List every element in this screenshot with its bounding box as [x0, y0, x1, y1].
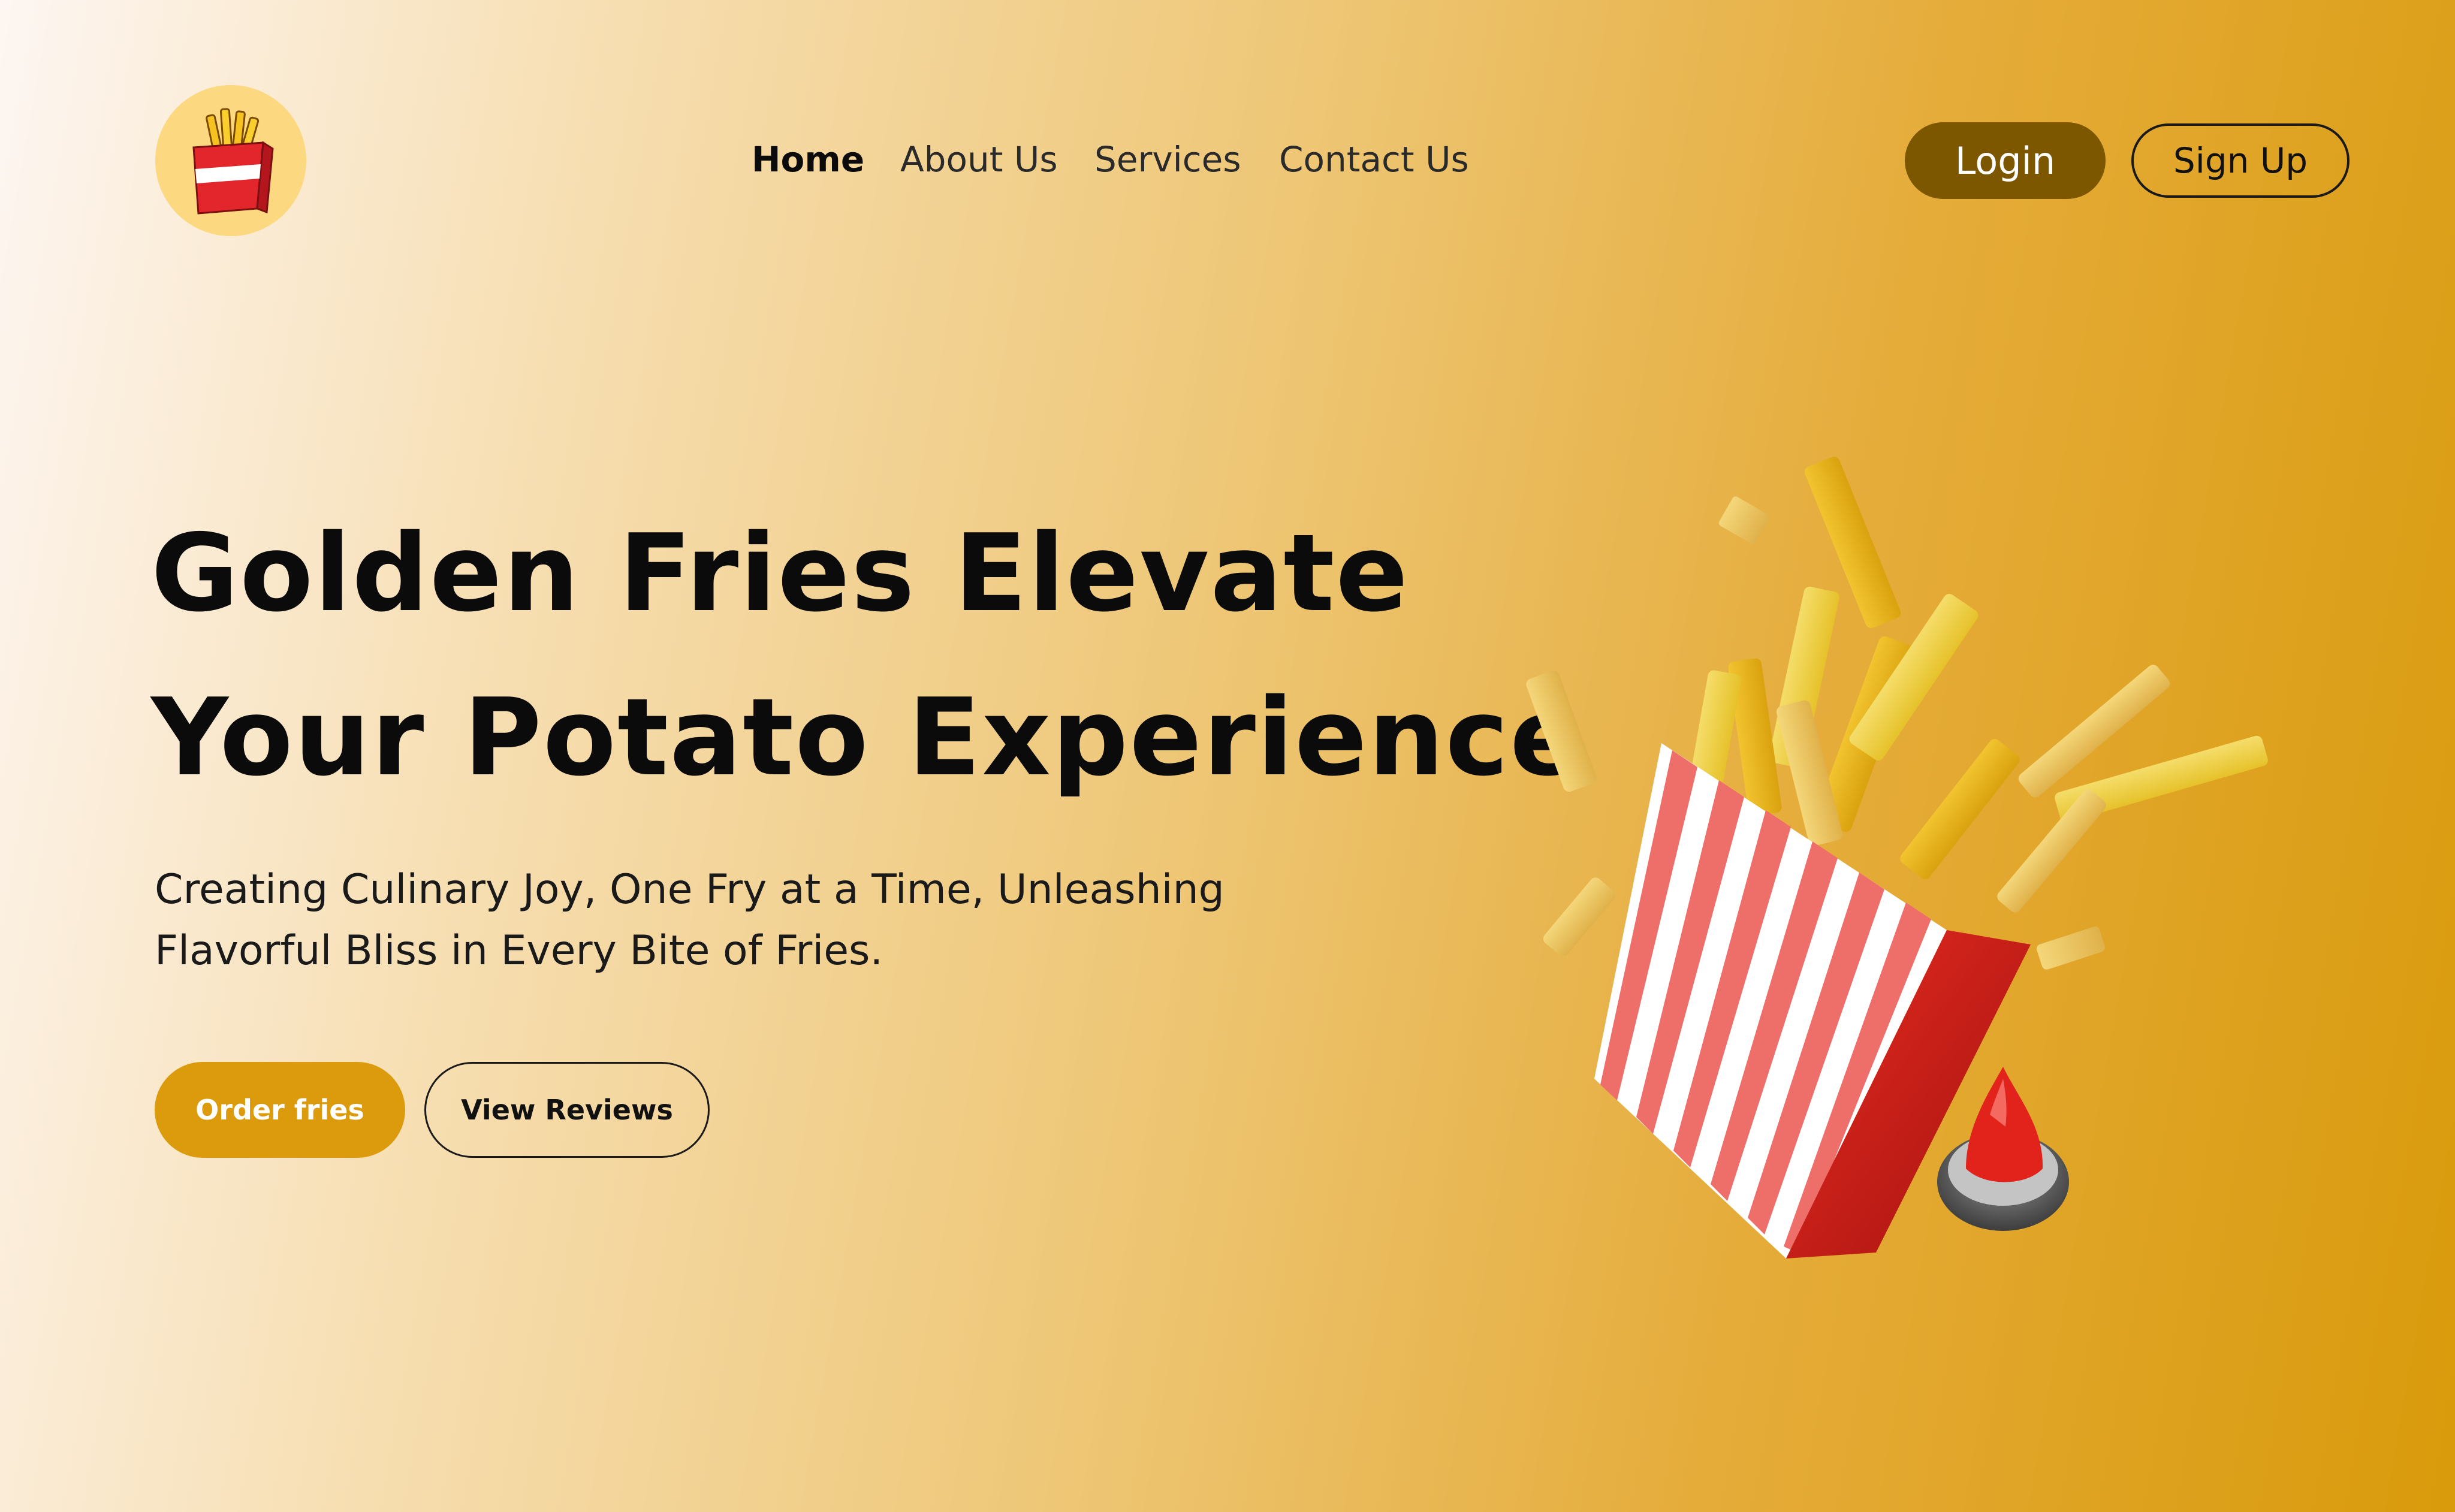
hero-headline: Golden Fries Elevate Your Potato Experie… [151, 491, 1584, 820]
nav-services[interactable]: Services [1094, 139, 1241, 180]
fries-carton-illustration [1526, 456, 2268, 1259]
hero-subtitle: Creating Culinary Joy, One Fry at a Time… [155, 859, 1353, 982]
brand-logo[interactable] [155, 85, 306, 236]
hero-subtitle-line-2: Flavorful Bliss in Every Bite of Fries. [155, 927, 883, 974]
nav-about-us[interactable]: About Us [900, 139, 1058, 180]
login-button[interactable]: Login [1905, 122, 2106, 199]
nav-contact-us[interactable]: Contact Us [1279, 139, 1469, 180]
hero-subtitle-line-1: Creating Culinary Joy, One Fry at a Time… [155, 866, 1225, 913]
nav-home[interactable]: Home [752, 139, 864, 180]
order-fries-button[interactable]: Order fries [155, 1062, 405, 1158]
ketchup-cup [1937, 1067, 2069, 1231]
fries-box-icon [192, 108, 274, 215]
sign-up-button[interactable]: Sign Up [2131, 123, 2350, 198]
hero-headline-line-1: Golden Fries Elevate [151, 511, 1410, 635]
hero-headline-line-2: Your Potato Experience [151, 675, 1584, 799]
view-reviews-button[interactable]: View Reviews [424, 1062, 710, 1158]
